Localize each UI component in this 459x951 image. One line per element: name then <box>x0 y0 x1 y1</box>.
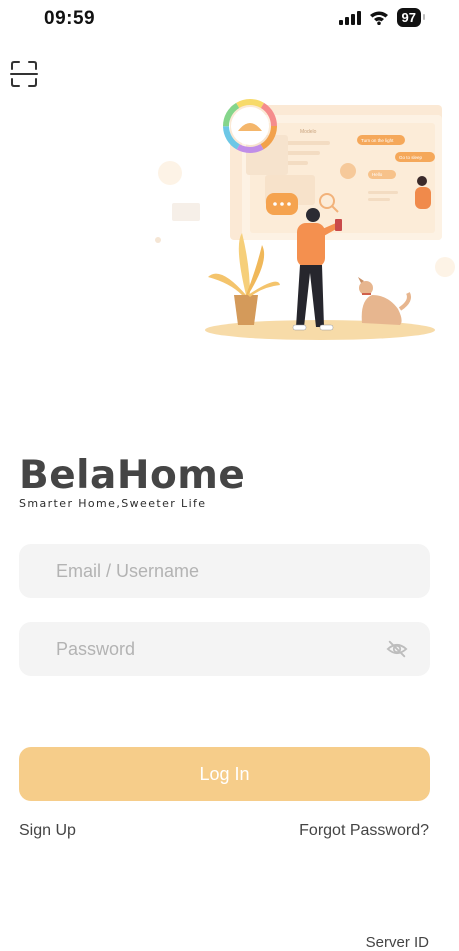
email-input[interactable] <box>19 544 430 598</box>
login-button[interactable]: Log In <box>19 747 430 801</box>
status-icons: 97 <box>338 8 426 27</box>
password-field-container <box>19 622 430 676</box>
bubble-1: Turn on the light <box>361 138 394 143</box>
sign-up-link[interactable]: Sign Up <box>19 822 76 840</box>
eye-off-icon[interactable] <box>386 638 408 660</box>
scan-icon[interactable] <box>10 60 38 88</box>
wifi-icon <box>369 11 388 25</box>
bubble-2: Go to sleep <box>399 155 423 160</box>
brand-block: BelaHome Smarter Home,Sweeter Life <box>19 453 246 511</box>
screen-title: Modelo <box>300 129 317 135</box>
signal-icon <box>338 10 361 25</box>
email-field-container <box>19 544 430 598</box>
status-time: 09:59 <box>44 8 96 29</box>
app-logo: BelaHome <box>19 453 246 498</box>
forgot-password-link[interactable]: Forgot Password? <box>299 822 429 840</box>
password-input[interactable] <box>19 622 430 676</box>
server-id-link[interactable]: Server ID <box>366 934 429 951</box>
battery-icon: 97 <box>396 8 426 27</box>
bubble-3: Hello <box>372 172 383 177</box>
smart-home-illustration: Modelo Turn on the light Go to sleep Hel… <box>155 99 455 340</box>
status-bar: 09:59 97 <box>0 0 459 40</box>
app-tagline: Smarter Home,Sweeter Life <box>19 497 207 510</box>
